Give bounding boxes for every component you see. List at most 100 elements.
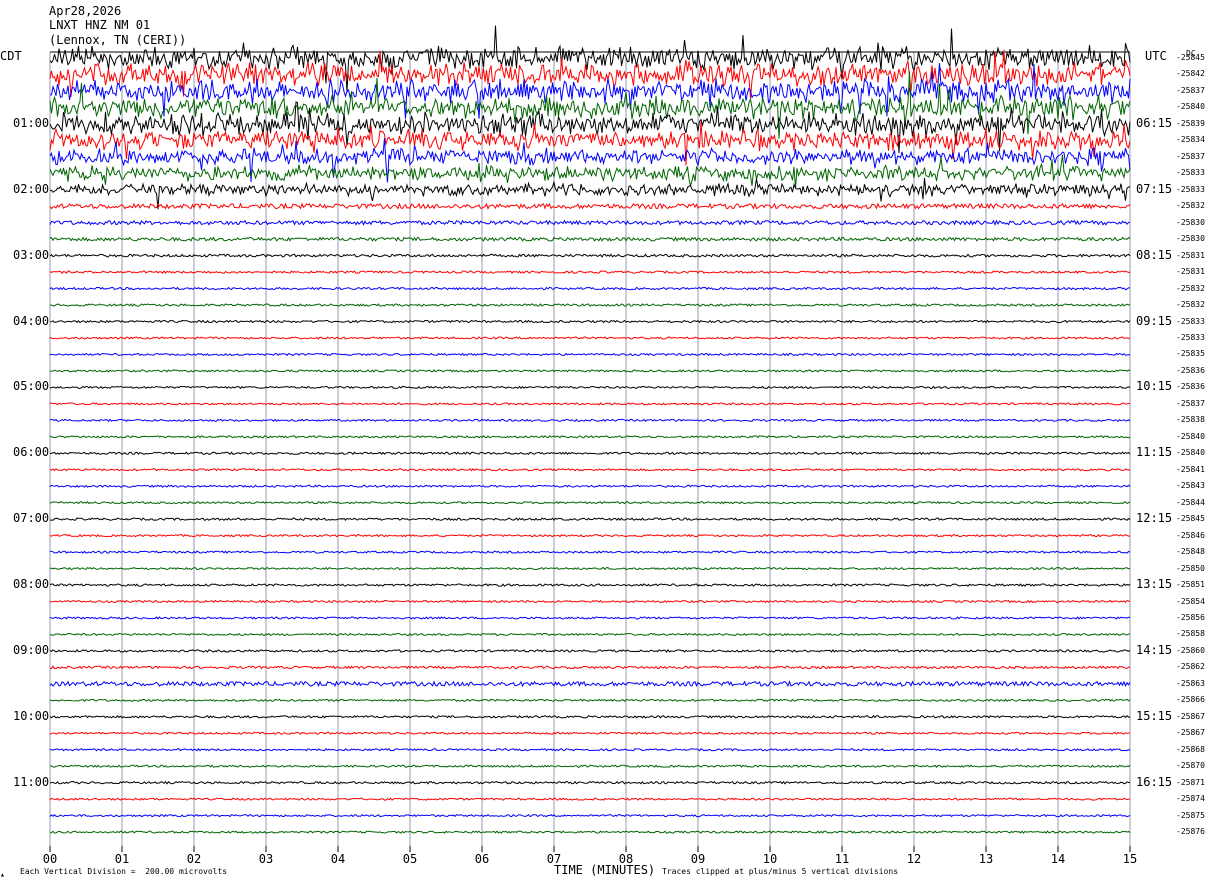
trace-line-41 (49, 731, 1131, 735)
x-tick-label-03: 03 (259, 852, 273, 866)
scale-note: Each Vertical Division = 200.00 microvol… (20, 867, 228, 876)
trace-line-33 (49, 599, 1131, 604)
x-tick-label-10: 10 (763, 852, 777, 866)
right-time-label: 12:15 (1136, 511, 1173, 526)
dc-offset-label: -25845 (1176, 53, 1205, 62)
dc-offset-label: -25834 (1176, 135, 1205, 145)
left-time-label: 07:00 (13, 511, 50, 526)
trace-line-34 (49, 616, 1131, 620)
dc-offset-label: -25838 (1176, 415, 1205, 425)
left-time-label: 11:00 (13, 774, 50, 789)
trace-line-35 (49, 632, 1131, 637)
dc-offset-label: -25830 (1176, 217, 1205, 227)
x-tick-label-14: 14 (1051, 852, 1065, 866)
location-label: (Lennox, TN (CERI)) (49, 33, 187, 47)
x-tick-label-05: 05 (403, 852, 417, 866)
dc-offset-label: -25867 (1176, 711, 1205, 721)
trace-line-47 (49, 830, 1131, 834)
trace-line-8 (49, 177, 1131, 210)
dc-offset-label: -25862 (1176, 662, 1205, 672)
dc-offset-label: -25841 (1176, 464, 1205, 474)
dc-offset-label: -25863 (1176, 678, 1205, 688)
dc-offset-label: -25843 (1176, 481, 1205, 491)
trace-line-12 (49, 253, 1131, 258)
trace-line-18 (49, 352, 1131, 357)
dc-offset-label: -25875 (1176, 810, 1205, 820)
left-time-label: 02:00 (13, 181, 50, 196)
dc-offset-label: -25830 (1176, 234, 1205, 244)
dc-offset-label: -25856 (1176, 612, 1205, 622)
trace-group (49, 25, 1131, 834)
dc-offset-label: -25840 (1176, 448, 1205, 458)
trace-line-17 (49, 336, 1131, 340)
trace-line-36 (49, 649, 1131, 653)
x-tick-label-04: 04 (331, 852, 345, 866)
right-time-label: 07:15 (1136, 181, 1173, 196)
x-tick-label-13: 13 (979, 852, 993, 866)
x-axis-title: TIME (MINUTES) (554, 863, 656, 877)
right-time-label: 13:15 (1136, 577, 1173, 592)
trace-line-11 (49, 236, 1131, 242)
x-tick-label-01: 01 (115, 852, 129, 866)
trace-line-10 (49, 219, 1131, 227)
dc-offset-label: -25831 (1176, 267, 1205, 277)
dc-offset-label: -25874 (1176, 794, 1205, 804)
left-time-label: 01:00 (13, 115, 50, 130)
dc-offset-label: -25845 (1176, 514, 1205, 524)
dc-offset-label: -25840 (1176, 102, 1205, 112)
dc-offset-label: -25831 (1176, 250, 1205, 260)
corner-mark: ▴ (0, 870, 5, 879)
trace-line-14 (49, 286, 1131, 291)
dc-offset-label: -25832 (1176, 201, 1205, 211)
x-tick-label-12: 12 (907, 852, 921, 866)
trace-line-29 (49, 533, 1131, 538)
dc-offset-label: -25837 (1176, 151, 1205, 161)
trace-line-15 (49, 303, 1131, 308)
trace-line-44 (49, 780, 1130, 785)
trace-line-23 (49, 435, 1131, 439)
left-time-label: 08:00 (13, 577, 50, 592)
dc-offset-label: -25836 (1176, 365, 1205, 375)
right-time-label: 06:15 (1136, 115, 1173, 130)
trace-line-40 (49, 714, 1131, 719)
left-time-label: 04:00 (13, 313, 50, 328)
left-time-label: 03:00 (13, 247, 50, 262)
dc-offset-label: -25851 (1176, 580, 1205, 590)
dc-offset-label: -25835 (1176, 349, 1205, 359)
dc-offset-label: -25833 (1176, 168, 1205, 178)
seismogram-chart: 00 01 02 03 04 05 06 07 08 09 10 11 12 13 14 15 (43, 25, 1137, 866)
trace-line-32 (49, 583, 1131, 587)
dc-offset-label: -25840 (1176, 431, 1205, 441)
trace-line-30 (49, 550, 1131, 554)
left-time-label: 10:00 (13, 708, 50, 723)
trace-line-37 (49, 665, 1131, 670)
dc-offset-label: -25867 (1176, 728, 1205, 738)
trace-line-45 (49, 797, 1131, 801)
right-timezone-label: UTC (1145, 49, 1167, 63)
dc-offset-label: -25871 (1176, 777, 1205, 787)
left-timezone-label: CDT (0, 49, 22, 63)
dc-offset-label: -25839 (1176, 118, 1205, 128)
trace-line-20 (49, 385, 1131, 390)
trace-line-38 (49, 680, 1131, 688)
left-time-label: 05:00 (13, 379, 50, 394)
dc-offset-label: -25836 (1176, 382, 1205, 392)
trace-line-26 (49, 484, 1131, 488)
trace-line-22 (49, 418, 1131, 423)
dc-offset-label: -25846 (1176, 530, 1205, 540)
right-time-label: 16:15 (1136, 774, 1173, 789)
trace-line-7 (49, 154, 1131, 189)
dc-offset-label: -25833 (1176, 184, 1205, 194)
dc-offset-label: -25876 (1176, 827, 1205, 837)
dc-offset-label: -25870 (1176, 761, 1205, 771)
date-label: Apr28,2026 (49, 4, 122, 18)
dc-offset-label: -25866 (1176, 695, 1205, 705)
left-time-label: 06:00 (13, 445, 50, 460)
dc-offset-label: -25854 (1176, 596, 1205, 606)
dc-offset-label: -25858 (1176, 629, 1205, 639)
trace-line-31 (49, 566, 1131, 571)
dc-offset-label: -25850 (1176, 563, 1205, 573)
dc-offset-label: -25860 (1176, 645, 1205, 655)
station-label: LNXT HNZ NM 01 (49, 18, 151, 32)
right-time-label: 14:15 (1136, 642, 1173, 657)
